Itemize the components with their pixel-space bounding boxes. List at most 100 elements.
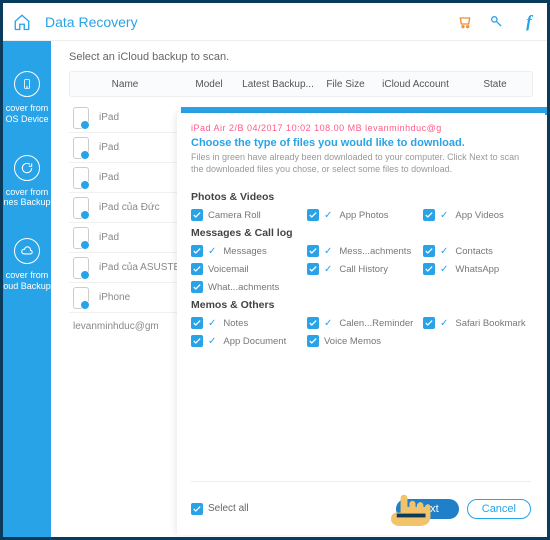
body: cover from OS Device cover from nes Back… <box>3 41 547 537</box>
checkbox-icon <box>423 263 435 275</box>
next-button[interactable]: Next <box>396 499 459 519</box>
file-type-option[interactable]: ✓ WhatsApp <box>423 263 531 275</box>
main-panel: Select an iCloud backup to scan. Name Mo… <box>51 41 547 537</box>
key-icon[interactable] <box>489 14 505 30</box>
dialog-subtitle: Files in green have already been downloa… <box>191 152 531 175</box>
file-type-option[interactable]: ✓ Safari Bookmark <box>423 317 531 329</box>
file-type-option[interactable]: ✓ Calen...Reminder <box>307 317 415 329</box>
option-label: Calen...Reminder <box>339 318 413 329</box>
checkbox-icon <box>191 335 203 347</box>
option-label: Call History <box>339 264 388 275</box>
file-type-option[interactable]: Voicemail <box>191 263 299 275</box>
downloaded-tick-icon: ✓ <box>324 246 332 257</box>
options-grid: ✓Notes✓Calen...Reminder✓Safari Bookmark✓… <box>191 317 531 347</box>
checkbox-icon <box>423 209 435 221</box>
sidebar-item-label: cover from nes Backup <box>3 187 51 209</box>
checkbox-icon <box>191 503 203 515</box>
cancel-button[interactable]: Cancel <box>467 499 531 519</box>
cart-icon[interactable] <box>457 14 473 30</box>
select-all-checkbox[interactable]: Select all <box>191 503 249 515</box>
option-label: App Photos <box>339 210 388 221</box>
option-label: Contacts <box>455 246 493 257</box>
file-type-option[interactable]: ✓App Videos <box>423 209 531 221</box>
instruction-text: Select an iCloud backup to scan. <box>69 51 533 63</box>
group-title: Messages & Call log <box>191 227 531 239</box>
row-name: iPhone <box>99 292 130 303</box>
checkbox-icon <box>191 281 203 293</box>
checkbox-icon <box>191 263 203 275</box>
row-name: iPad của Đức <box>99 202 160 213</box>
downloaded-tick-icon: ✓ <box>324 210 332 221</box>
option-groups: Photos & VideosCamera Roll✓App Photos✓Ap… <box>191 185 531 351</box>
sidebar-item-itunes-backup[interactable]: cover from nes Backup <box>3 155 51 209</box>
checkbox-icon <box>307 209 319 221</box>
file-type-option[interactable]: ✓ Call History <box>307 263 415 275</box>
facebook-icon[interactable]: f <box>521 14 537 30</box>
checkbox-icon <box>307 317 319 329</box>
downloaded-tick-icon: ✓ <box>208 336 216 347</box>
options-grid: Camera Roll ✓ App Photos ✓App Videos <box>191 209 531 221</box>
th-name[interactable]: Name <box>70 79 180 90</box>
device-icon <box>73 287 89 309</box>
selected-backup-row: iPad Air 2/B 04/2017 10:02 108.00 MB lev… <box>191 123 531 133</box>
option-label: Mess...achments <box>339 246 411 257</box>
sidebar-item-label: cover from OS Device <box>3 103 51 125</box>
app-window: Data Recovery f cover from OS Device cov… <box>0 0 550 540</box>
cloud-icon <box>14 238 40 264</box>
device-icon <box>73 257 89 279</box>
downloaded-tick-icon: ✓ <box>324 318 332 329</box>
device-icon <box>73 107 89 129</box>
option-label: App Document <box>223 336 286 347</box>
phone-icon <box>14 71 40 97</box>
group-title: Photos & Videos <box>191 191 531 203</box>
downloaded-tick-icon: ✓ <box>440 318 448 329</box>
file-type-option[interactable]: Voice Memos <box>307 335 415 347</box>
row-name: iPad <box>99 142 119 153</box>
device-icon <box>73 227 89 249</box>
th-size[interactable]: File Size <box>318 79 373 90</box>
checkbox-icon <box>307 263 319 275</box>
header: Data Recovery f <box>3 3 547 41</box>
file-type-option[interactable]: What...achments <box>191 281 299 293</box>
option-label: Messages <box>223 246 266 257</box>
th-state[interactable]: State <box>458 79 532 90</box>
sidebar-item-icloud-backup[interactable]: cover from oud Backup <box>3 238 51 292</box>
refresh-icon <box>14 155 40 181</box>
option-label: App Videos <box>455 210 503 221</box>
file-type-option[interactable]: ✓ Contacts <box>423 245 531 257</box>
dialog-title: Choose the type of files you would like … <box>191 137 531 149</box>
downloaded-tick-icon: ✓ <box>208 318 216 329</box>
group-title: Memos & Others <box>191 299 531 311</box>
th-model[interactable]: Model <box>180 79 238 90</box>
checkbox-icon <box>423 317 435 329</box>
option-label: Voice Memos <box>324 336 381 347</box>
checkbox-icon <box>191 317 203 329</box>
downloaded-tick-icon: ✓ <box>208 246 216 257</box>
option-label: Camera Roll <box>208 210 261 221</box>
downloaded-tick-icon: ✓ <box>440 264 448 275</box>
file-type-option[interactable]: ✓ Notes <box>191 317 299 329</box>
row-name: iPad của ASUSTEK <box>99 262 187 273</box>
sidebar: cover from OS Device cover from nes Back… <box>3 41 51 537</box>
file-type-option[interactable]: ✓ App Document <box>191 335 299 347</box>
file-type-option[interactable]: Camera Roll <box>191 209 299 221</box>
sidebar-item-ios-device[interactable]: cover from OS Device <box>3 71 51 125</box>
home-icon[interactable] <box>13 13 31 31</box>
th-latest[interactable]: Latest Backup... <box>238 79 318 90</box>
option-label: Safari Bookmark <box>455 318 525 329</box>
device-icon <box>73 137 89 159</box>
file-type-option[interactable]: ✓ Messages <box>191 245 299 257</box>
th-account[interactable]: iCloud Account <box>373 79 458 90</box>
device-icon <box>73 167 89 189</box>
downloaded-tick-icon: ✓ <box>440 246 448 257</box>
checkbox-icon <box>423 245 435 257</box>
row-name: iPad <box>99 112 119 123</box>
downloaded-tick-icon: ✓ <box>324 264 332 275</box>
file-type-option[interactable]: ✓ Mess...achments <box>307 245 415 257</box>
checkbox-icon <box>191 245 203 257</box>
file-type-option[interactable]: ✓ App Photos <box>307 209 415 221</box>
option-label: WhatsApp <box>455 264 499 275</box>
select-all-label: Select all <box>208 503 249 514</box>
row-name: iPad <box>99 232 119 243</box>
option-label: Notes <box>223 318 248 329</box>
